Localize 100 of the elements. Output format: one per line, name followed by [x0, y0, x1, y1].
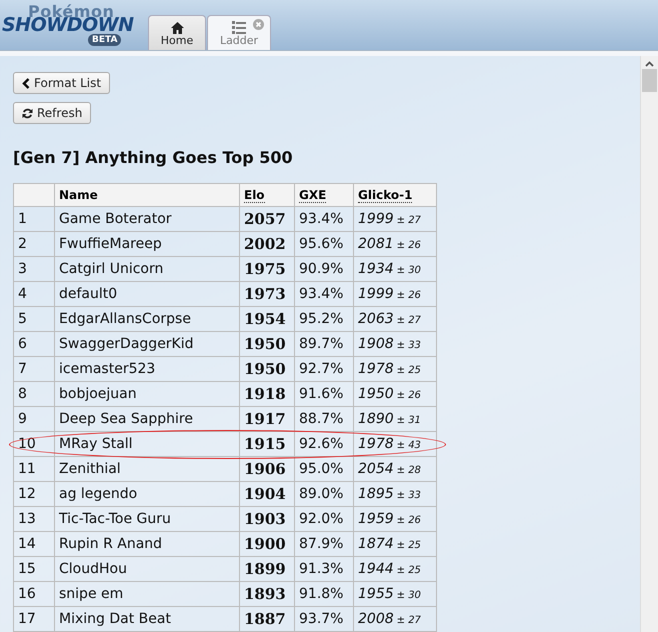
rank-cell: 14 [14, 532, 54, 556]
glicko-deviation: ± 27 [396, 215, 421, 226]
rank-cell: 5 [14, 306, 54, 332]
gxe-cell: 95.2% [294, 306, 354, 332]
glicko-rating: 1950 [358, 386, 394, 402]
glicko-deviation: ± 31 [396, 415, 421, 426]
name-cell: ag legendo [54, 482, 240, 506]
glicko-deviation: ± 33 [396, 490, 421, 501]
rank-cell: 1 [14, 206, 54, 232]
glicko-rating: 2054 [358, 461, 394, 477]
elo-cell: 1950 [240, 356, 294, 382]
glicko-deviation: ± 28 [396, 465, 421, 476]
glicko-rating: 1908 [358, 336, 394, 352]
gxe-cell: 93.4% [294, 282, 354, 306]
elo-cell: 1915 [240, 432, 294, 456]
elo-cell: 1950 [240, 332, 294, 356]
name-cell: SwaggerDaggerKid [54, 332, 240, 356]
refresh-button[interactable]: Refresh [13, 102, 92, 124]
elo-cell: 1904 [240, 482, 294, 506]
name-cell: Rupin R Anand [54, 532, 240, 556]
glicko-deviation: ± 30 [396, 590, 421, 601]
name-cell: EdgarAllansCorpse [54, 306, 240, 332]
glicko-deviation: ± 43 [396, 440, 421, 451]
close-icon[interactable] [253, 19, 264, 30]
glicko-rating: 1895 [358, 486, 394, 502]
name-cell: Catgirl Unicorn [54, 256, 240, 282]
rank-cell: 16 [14, 582, 54, 606]
elo-cell: 2002 [240, 232, 294, 256]
glicko-rating: 1978 [358, 436, 394, 452]
name-cell: bobjoejuan [54, 382, 240, 406]
rank-cell: 17 [14, 606, 54, 632]
glicko-rating: 2063 [358, 311, 394, 327]
beta-badge: BETA [88, 34, 122, 46]
name-cell: default0 [54, 282, 240, 306]
scrollbar[interactable] [640, 56, 658, 632]
gxe-cell: 95.6% [294, 232, 354, 256]
glicko-rating: 1934 [358, 261, 394, 277]
glicko-rating: 1999 [358, 211, 394, 227]
rank-cell: 12 [14, 482, 54, 506]
home-icon [170, 22, 184, 34]
glicko-deviation: ± 26 [396, 515, 421, 526]
gxe-cell: 95.0% [294, 456, 354, 482]
tab-label: Home [160, 34, 194, 47]
name-cell: CloudHou [54, 556, 240, 582]
name-cell: Mixing Dat Beat [54, 606, 240, 632]
glicko-rating: 1959 [358, 511, 394, 527]
glicko-deviation: ± 25 [396, 540, 421, 551]
rank-cell: 11 [14, 456, 54, 482]
glicko-rating: 1978 [358, 361, 394, 377]
elo-cell: 1906 [240, 456, 294, 482]
name-cell: Zenithial [54, 456, 240, 482]
elo-cell: 1973 [240, 282, 294, 306]
elo-cell: 1899 [240, 556, 294, 582]
scroll-up-icon[interactable] [645, 61, 654, 67]
elo-cell: 1918 [240, 382, 294, 406]
name-cell: Tic-Tac-Toe Guru [54, 506, 240, 532]
rank-cell: 8 [14, 382, 54, 406]
name-cell: Game Boterator [54, 206, 240, 232]
rank-cell: 2 [14, 232, 54, 256]
glicko-rating: 1890 [358, 411, 394, 427]
elo-cell: 1900 [240, 532, 294, 556]
gxe-cell: 92.0% [294, 506, 354, 532]
glicko-rating: 1874 [358, 536, 394, 552]
elo-cell: 1903 [240, 506, 294, 532]
column-header: Name [59, 188, 98, 202]
rank-cell: 3 [14, 256, 54, 282]
glicko-deviation: ± 25 [396, 565, 421, 576]
gxe-cell: 89.7% [294, 332, 354, 356]
glicko-deviation: ± 27 [396, 615, 421, 626]
glicko-deviation: ± 26 [396, 390, 421, 401]
glicko-deviation: ± 33 [396, 340, 421, 351]
glicko-deviation: ± 27 [396, 315, 421, 326]
name-cell: snipe em [54, 582, 240, 606]
rank-cell: 7 [14, 356, 54, 382]
name-cell: Deep Sea Sapphire [54, 406, 240, 432]
elo-cell: 1893 [240, 582, 294, 606]
gxe-cell: 92.7% [294, 356, 354, 382]
rank-cell: 9 [14, 406, 54, 432]
glicko-deviation: ± 30 [396, 265, 421, 276]
chevron-left-icon [22, 78, 30, 88]
elo-cell: 1887 [240, 606, 294, 632]
rank-cell: 6 [14, 332, 54, 356]
tab[interactable]: Home [148, 15, 206, 50]
rank-cell: 10 [14, 432, 54, 456]
tab[interactable]: Ladder [207, 15, 271, 50]
rank-cell: 15 [14, 556, 54, 582]
scroll-thumb[interactable] [642, 69, 657, 92]
back-button[interactable]: Format List [13, 72, 110, 94]
glicko-deviation: ± 26 [396, 290, 421, 301]
name-cell: FwuffieMareep [54, 232, 240, 256]
gxe-cell: 93.7% [294, 606, 354, 632]
gxe-cell: 91.3% [294, 556, 354, 582]
glicko-rating: 2081 [358, 236, 394, 252]
rank-cell: 13 [14, 506, 54, 532]
list-icon [232, 21, 246, 34]
tab-label: Ladder [220, 34, 258, 47]
gxe-cell: 93.4% [294, 206, 354, 232]
glicko-rating: 2008 [358, 611, 394, 627]
glicko-deviation: ± 26 [396, 240, 421, 251]
gxe-cell: 90.9% [294, 256, 354, 282]
